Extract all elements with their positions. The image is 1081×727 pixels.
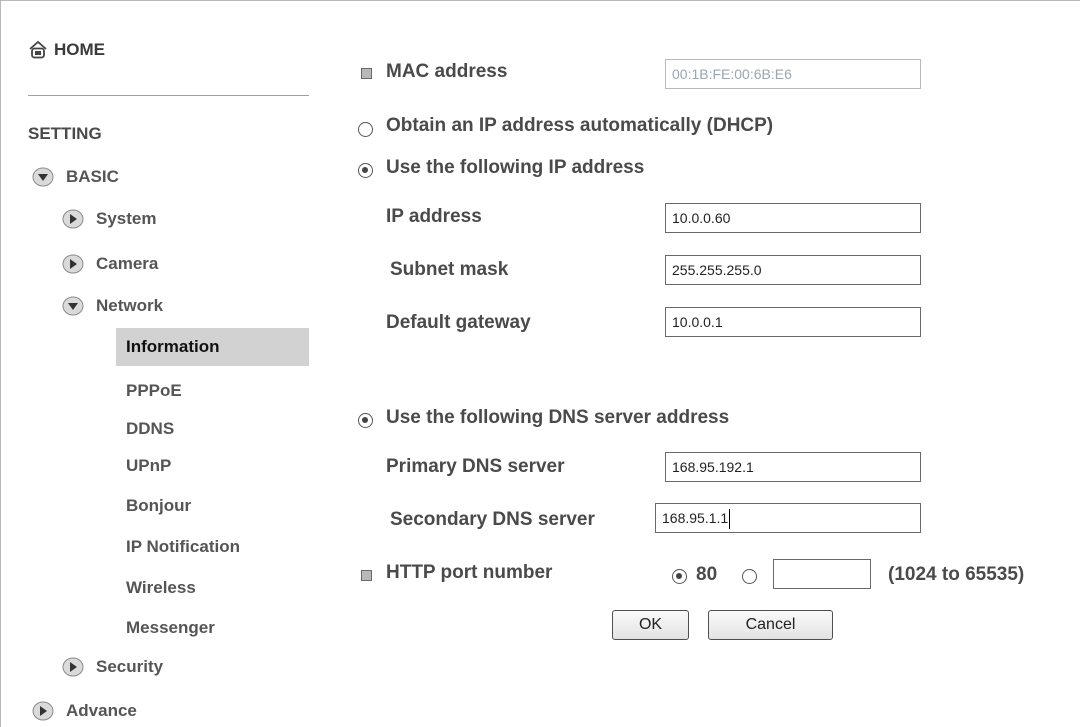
sidebar-item-network[interactable]: Network — [62, 295, 163, 317]
http-port-custom-radio[interactable] — [742, 569, 757, 584]
dhcp-label: Obtain an IP address automatically (DHCP… — [386, 115, 774, 136]
ip-address-label: IP address — [386, 206, 482, 227]
sidebar-item-ddns[interactable]: DDNS — [126, 419, 174, 439]
home-link[interactable]: HOME — [28, 40, 105, 60]
sidebar-item-advance[interactable]: Advance — [32, 700, 137, 722]
http-port-default-label: 80 — [696, 564, 718, 585]
cancel-button[interactable]: Cancel — [708, 610, 833, 640]
mac-address-field — [665, 59, 921, 89]
sidebar-item-upnp[interactable]: UPnP — [126, 456, 171, 476]
http-port-default-radio[interactable] — [672, 569, 687, 584]
secondary-dns-label: Secondary DNS server — [390, 509, 595, 530]
sidebar-item-security-label: Security — [96, 657, 164, 676]
dns-server-radio[interactable] — [358, 413, 373, 428]
sidebar-item-ip-notification[interactable]: IP Notification — [126, 537, 240, 557]
sidebar-divider — [28, 95, 309, 96]
subnet-mask-label: Subnet mask — [390, 259, 509, 280]
http-port-range-label: (1024 to 65535) — [888, 564, 1025, 585]
bullet-square-icon — [361, 570, 372, 581]
secondary-dns-field[interactable]: 168.95.1.1 — [655, 503, 921, 533]
sidebar-item-network-label: Network — [96, 296, 164, 315]
default-gateway-label: Default gateway — [386, 312, 531, 333]
sidebar-item-messenger[interactable]: Messenger — [126, 618, 215, 638]
bullet-square-icon — [361, 68, 372, 79]
ok-button[interactable]: OK — [612, 610, 689, 640]
sidebar-item-bonjour[interactable]: Bonjour — [126, 496, 191, 516]
triangle-right-icon — [62, 209, 84, 229]
sidebar-item-system-label: System — [96, 209, 157, 228]
mac-address-label: MAC address — [386, 61, 508, 82]
sidebar-item-system[interactable]: System — [62, 208, 156, 230]
ip-address-field[interactable] — [665, 203, 921, 233]
sidebar-item-basic-label: BASIC — [66, 167, 119, 186]
sidebar-item-information[interactable]: Information — [116, 328, 309, 366]
sidebar-item-camera-label: Camera — [96, 254, 159, 273]
sidebar-item-basic[interactable]: BASIC — [32, 166, 119, 188]
sidebar-item-camera[interactable]: Camera — [62, 253, 158, 275]
static-ip-radio[interactable] — [358, 163, 373, 178]
text-cursor — [729, 509, 731, 530]
home-icon — [29, 40, 47, 59]
triangle-right-icon — [32, 701, 54, 721]
primary-dns-field[interactable] — [665, 452, 921, 482]
dns-server-label: Use the following DNS server address — [386, 407, 730, 428]
http-port-custom-field[interactable] — [773, 559, 871, 589]
home-label: HOME — [54, 40, 105, 59]
triangle-down-icon — [62, 296, 84, 316]
sidebar-item-security[interactable]: Security — [62, 656, 163, 678]
static-ip-label: Use the following IP address — [386, 157, 645, 178]
default-gateway-field[interactable] — [665, 307, 921, 337]
triangle-down-icon — [32, 167, 54, 187]
sidebar-item-pppoe[interactable]: PPPoE — [126, 381, 182, 401]
sidebar-item-advance-label: Advance — [66, 701, 137, 720]
sidebar-item-wireless[interactable]: Wireless — [126, 578, 196, 598]
http-port-label: HTTP port number — [386, 562, 553, 583]
triangle-right-icon — [62, 657, 84, 677]
dhcp-radio[interactable] — [358, 122, 373, 137]
primary-dns-label: Primary DNS server — [386, 456, 565, 477]
sidebar: HOME SETTING BASIC System Camera Network… — [0, 0, 312, 727]
triangle-right-icon — [62, 254, 84, 274]
secondary-dns-value: 168.95.1.1 — [662, 510, 729, 526]
subnet-mask-field[interactable] — [665, 255, 921, 285]
setting-heading: SETTING — [28, 124, 102, 143]
